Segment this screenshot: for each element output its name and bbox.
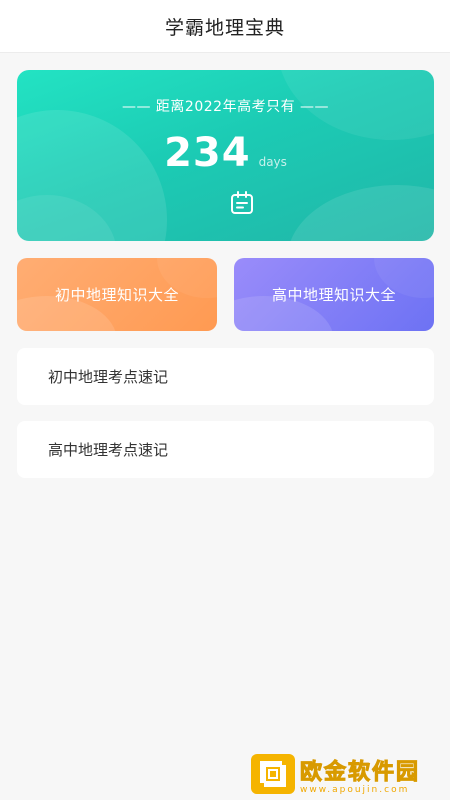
watermark-title: 欧金软件园 <box>299 759 421 785</box>
exam-countdown-banner: —— 距离2022年高考只有 —— 234 days <box>17 70 434 241</box>
app-header: 学霸地理宝典 <box>0 0 450 53</box>
senior-exam-points-item[interactable]: 高中地理考点速记 <box>17 421 434 478</box>
list-item-label: 初中地理考点速记 <box>48 368 169 386</box>
card-label: 初中地理知识大全 <box>54 286 179 304</box>
watermark-url: www.apoujin.com <box>300 784 410 795</box>
site-watermark: 欧金软件园 www.apoujin.com <box>250 752 446 796</box>
watermark-logo-icon <box>251 754 295 794</box>
countdown-number: 234 days <box>17 130 434 176</box>
countdown-label: —— 距离2022年高考只有 —— <box>121 99 330 115</box>
junior-geography-knowledge-button[interactable]: 初中地理知识大全 <box>17 258 217 331</box>
decorative-circle <box>287 185 434 241</box>
countdown-days-value: 234 <box>164 130 251 176</box>
page-title: 学霸地理宝典 <box>164 16 285 39</box>
watermark-text: 欧金软件园 www.apoujin.com <box>299 754 421 795</box>
countdown-days-unit: days <box>258 155 287 169</box>
calendar-icon[interactable] <box>229 190 255 216</box>
junior-exam-points-item[interactable]: 初中地理考点速记 <box>17 348 434 405</box>
list-item-label: 高中地理考点速记 <box>48 441 169 459</box>
card-label: 高中地理知识大全 <box>271 286 396 304</box>
senior-geography-knowledge-button[interactable]: 高中地理知识大全 <box>234 258 434 331</box>
